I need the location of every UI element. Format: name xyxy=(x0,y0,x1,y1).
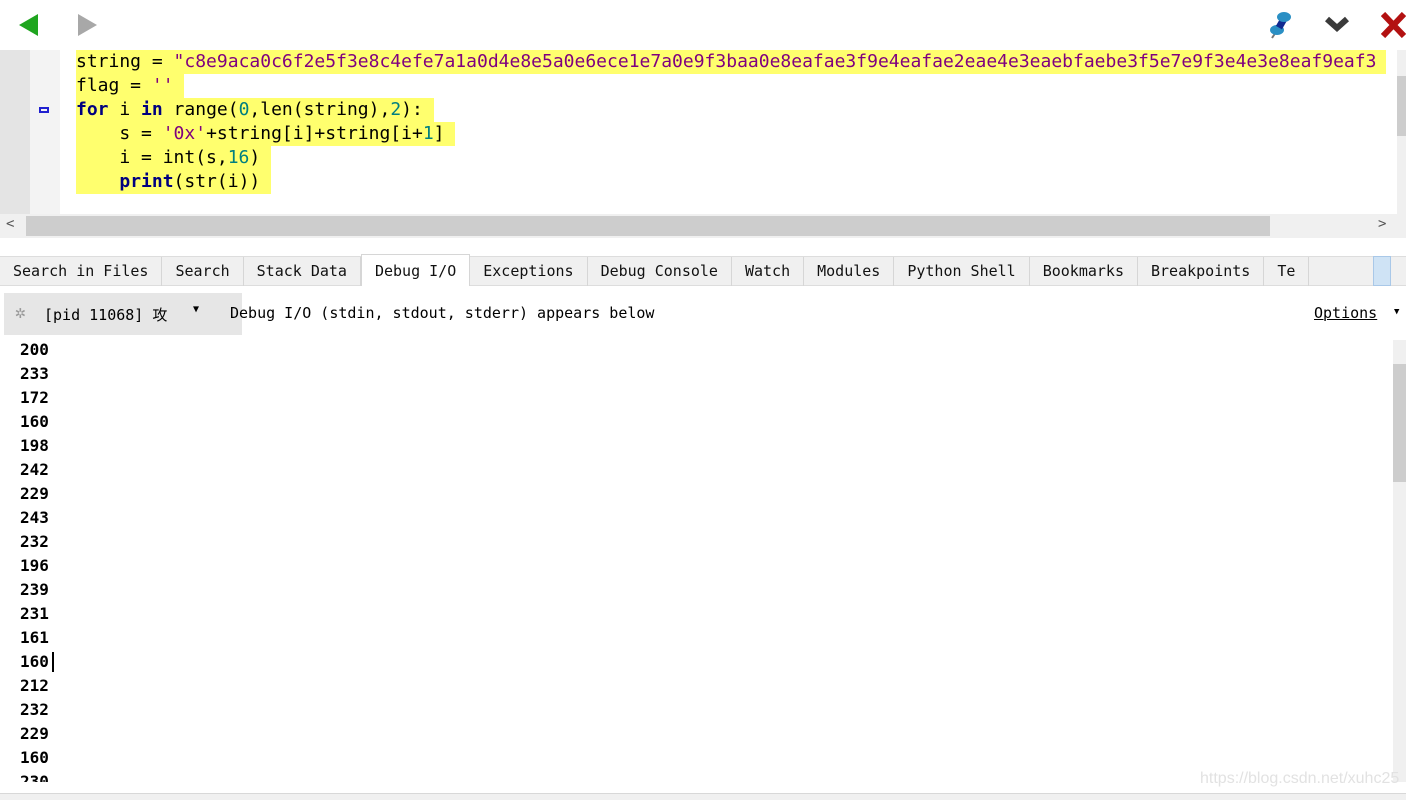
code-token: '' xyxy=(151,75,174,96)
output-line: 232 xyxy=(20,532,49,551)
tab-search[interactable]: Search xyxy=(162,257,244,286)
code-token: i xyxy=(108,99,142,120)
code-line: i = int(s,16) xyxy=(76,146,272,170)
close-icon[interactable] xyxy=(1381,12,1406,38)
editor-vertical-scrollbar[interactable] xyxy=(1397,50,1406,238)
code-token: range( xyxy=(162,99,239,120)
tab-stack-data[interactable]: Stack Data xyxy=(244,257,361,286)
code-token: print xyxy=(119,171,174,192)
code-token: i = int(s, xyxy=(76,147,228,168)
code-token: s = xyxy=(76,123,163,144)
scroll-left-icon[interactable]: < xyxy=(6,216,14,232)
output-line: 230 xyxy=(20,772,49,782)
process-selector[interactable]: ✲ [pid 11068] 攻 ▼ xyxy=(4,293,242,335)
output-line: 231 xyxy=(20,604,49,623)
code-token: 16 xyxy=(227,147,250,168)
tab-debug-console[interactable]: Debug Console xyxy=(588,257,732,286)
code-token: string = xyxy=(76,51,174,72)
code-token: +string[i]+string[i+ xyxy=(206,123,423,144)
chevron-down-icon[interactable] xyxy=(1325,16,1349,34)
output-line: 200 xyxy=(20,340,49,359)
fold-marker-icon[interactable] xyxy=(39,107,49,113)
back-icon[interactable] xyxy=(18,13,40,37)
options-arrow-icon[interactable]: ▼ xyxy=(1394,307,1399,317)
code-line: flag = '' xyxy=(76,74,185,98)
tab-exceptions[interactable]: Exceptions xyxy=(470,257,588,286)
output-line: 232 xyxy=(20,700,49,719)
output-line: 160 xyxy=(20,652,49,671)
debug-io-description: Debug I/O (stdin, stdout, stderr) appear… xyxy=(230,304,655,322)
output-line: 172 xyxy=(20,388,49,407)
code-token: "c8e9aca0c6f2e5f3e8c4efe7a1a0d4e8e5a0e6e… xyxy=(173,51,1377,72)
dropdown-arrow-icon: ▼ xyxy=(193,304,200,315)
forward-icon[interactable] xyxy=(76,13,98,37)
tool-tabs: Search in Files Search Stack Data Debug I/O… xyxy=(0,254,1406,286)
code-token: ): xyxy=(401,99,423,120)
code-token: '0x' xyxy=(162,123,207,144)
output-line: 161 xyxy=(20,628,49,647)
tab-modules[interactable]: Modules xyxy=(804,257,895,286)
tab-scroll-button[interactable] xyxy=(1373,256,1391,286)
code-token: (str(i)) xyxy=(173,171,261,192)
code-token: in xyxy=(141,99,163,120)
tab-bookmarks[interactable]: Bookmarks xyxy=(1030,257,1138,286)
scroll-thumb[interactable] xyxy=(26,216,1270,236)
code-token: 0 xyxy=(238,99,250,120)
options-menu[interactable]: Options xyxy=(1314,304,1377,322)
output-line: 239 xyxy=(20,580,49,599)
scroll-right-icon[interactable]: > xyxy=(1378,216,1386,232)
output-line: 160 xyxy=(20,748,49,767)
pin-icon[interactable] xyxy=(1266,10,1292,40)
output-line: 229 xyxy=(20,484,49,503)
tab-breakpoints[interactable]: Breakpoints xyxy=(1138,257,1265,286)
output-line: 242 xyxy=(20,460,49,479)
output-line: 229 xyxy=(20,724,49,743)
code-token: ,len(string), xyxy=(249,99,391,120)
output-line: 198 xyxy=(20,436,49,455)
output-vertical-scrollbar[interactable] xyxy=(1393,340,1406,782)
tab-debug-i-o[interactable]: Debug I/O xyxy=(360,254,471,286)
bug-icon: ✲ xyxy=(15,302,26,323)
line-gutter xyxy=(0,50,30,214)
code-token: for xyxy=(76,99,109,120)
tab-python-shell[interactable]: Python Shell xyxy=(894,257,1030,286)
code-token: 2 xyxy=(390,99,402,120)
code-line: string = "c8e9aca0c6f2e5f3e8c4efe7a1a0d4… xyxy=(76,50,1386,74)
output-line: 233 xyxy=(20,364,49,383)
code-line: for i in range(0,len(string),2): xyxy=(76,98,434,122)
code-token: 1 xyxy=(422,123,434,144)
code-token: ] xyxy=(433,123,445,144)
debug-output[interactable]: 200 233 172 160 198 242 229 243 232 196 239 231 161 1… xyxy=(0,340,1393,782)
output-line: 212 xyxy=(20,676,49,695)
watermark: https://blog.csdn.net/xuhc25 xyxy=(1200,770,1400,787)
code-line: print(str(i)) xyxy=(76,170,272,194)
output-line: 243 xyxy=(20,508,49,527)
code-line: s = '0x'+string[i]+string[i+1] xyxy=(76,122,456,146)
editor-horizontal-scrollbar[interactable]: < > xyxy=(0,214,1397,238)
fold-margin xyxy=(30,50,60,214)
tab-search-in-files[interactable]: Search in Files xyxy=(0,257,163,286)
tab-watch[interactable]: Watch xyxy=(732,257,805,286)
code-editor[interactable]: string = "c8e9aca0c6f2e5f3e8c4efe7a1a0d4… xyxy=(0,50,1406,214)
text-cursor xyxy=(52,652,54,672)
toolbar xyxy=(0,0,1406,50)
process-label: [pid 11068] 攻 xyxy=(44,306,168,324)
tab-te[interactable]: Te xyxy=(1264,257,1310,286)
output-line: 160 xyxy=(20,412,49,431)
status-bar xyxy=(0,793,1406,800)
code-token: ) xyxy=(249,147,261,168)
output-line: 196 xyxy=(20,556,49,575)
code-token: flag = xyxy=(76,75,152,96)
